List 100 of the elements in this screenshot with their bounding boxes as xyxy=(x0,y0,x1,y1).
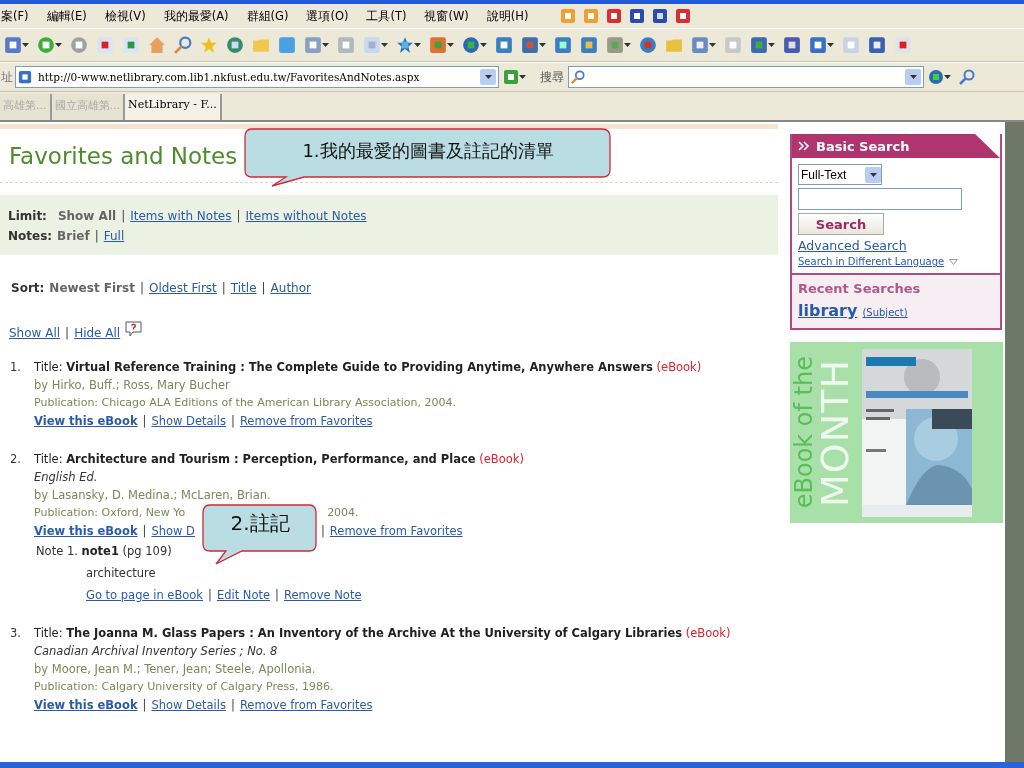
caret-icon[interactable] xyxy=(869,172,877,177)
separator: | xyxy=(231,697,235,714)
caret-icon[interactable] xyxy=(22,43,29,47)
caret-icon[interactable] xyxy=(539,43,546,47)
option-link[interactable]: Items with Notes xyxy=(130,209,232,223)
search-type-select[interactable]: Full-Text xyxy=(798,164,882,185)
help-icon[interactable] xyxy=(125,321,143,337)
browser-tab[interactable]: NetLibrary - F... xyxy=(125,94,222,120)
url-text: http://0-www.netlibrary.com.lib1.nkfust.edu.tw/FavoritesAndNotes.aspx xyxy=(38,71,420,83)
action-link[interactable]: Show Details xyxy=(151,412,226,430)
caret-icon[interactable] xyxy=(709,43,716,47)
hide-all-link[interactable]: Hide All xyxy=(74,326,121,340)
caret-icon[interactable] xyxy=(55,43,62,47)
option-link[interactable]: Title xyxy=(230,281,257,295)
action-link[interactable]: Go to page in eBook xyxy=(86,586,204,604)
menu-item[interactable]: 說明(H) xyxy=(486,8,529,24)
note-heading: Note 1. note1 (pg 109) xyxy=(36,543,173,560)
scrollbar[interactable] xyxy=(1005,122,1024,762)
menu-item[interactable]: 選項(O) xyxy=(306,8,349,24)
action-link[interactable]: Remove from Favorites xyxy=(329,522,463,540)
separator: | xyxy=(321,523,325,540)
search-type-link[interactable]: (Subject) xyxy=(862,307,908,318)
details-link[interactable]: Show D xyxy=(151,522,195,540)
menu-item[interactable]: 視窗(W) xyxy=(424,8,469,24)
option-link[interactable]: Oldest First xyxy=(148,281,217,295)
caret-icon[interactable] xyxy=(414,43,421,47)
dropdown-button[interactable] xyxy=(865,166,881,183)
item-number: 1. xyxy=(10,359,22,376)
caret-icon[interactable] xyxy=(381,43,388,47)
show-all-link[interactable]: Show All xyxy=(9,326,61,340)
panel-title: Basic Search xyxy=(816,138,910,154)
menu-item[interactable]: 檢視(V) xyxy=(104,8,146,24)
current-option: Newest First xyxy=(49,281,135,295)
option-link[interactable]: Items without Notes xyxy=(245,209,367,223)
search-icon[interactable] xyxy=(571,70,585,84)
menu-item[interactable]: 案(F) xyxy=(1,8,29,24)
advanced-search-link[interactable]: Advanced Search xyxy=(798,238,994,253)
caret-icon[interactable] xyxy=(909,75,917,79)
item-number: 2. xyxy=(10,451,22,468)
view-ebook-link[interactable]: View this eBook xyxy=(34,696,138,714)
search-icon[interactable] xyxy=(959,69,975,85)
callout-text: 2.註記 xyxy=(229,514,291,532)
action-link[interactable]: Remove from Favorites xyxy=(239,696,373,714)
current-option: Show All xyxy=(57,209,117,223)
caret-icon[interactable] xyxy=(768,43,775,47)
book-title: Title: Architecture and Tourism : Perception, Performance, and Place (eBook) xyxy=(34,451,525,468)
star-icon[interactable] xyxy=(200,36,218,54)
limit-label: Limit: xyxy=(8,209,47,223)
author-text: by Lasansky, D. Medina.; McLaren, Brian. xyxy=(34,487,272,504)
separator: | xyxy=(275,587,279,604)
separator: | xyxy=(261,281,266,295)
search-button[interactable]: Search xyxy=(798,213,884,235)
recent-searches-title: Recent Searches xyxy=(798,281,922,296)
banner-text: MONTH xyxy=(816,358,854,507)
dropdown-button[interactable] xyxy=(905,69,921,85)
menu-item[interactable]: 工具(T) xyxy=(366,8,407,24)
book-title: Title: Virtual Reference Training : The Complete Guide to Providing Anytime, Anywhere Answers (eBook) xyxy=(34,359,703,376)
action-link[interactable]: Remove Note xyxy=(283,586,362,604)
book-title: Title: The Joanna M. Glass Papers : An Inventory of the Archive At the University of Calgary Libraries (eBook) xyxy=(34,625,732,642)
caret-icon[interactable] xyxy=(519,75,526,79)
option-link[interactable]: Full xyxy=(103,229,125,243)
page-title: Favorites and Notes xyxy=(9,143,238,171)
caret-icon[interactable] xyxy=(480,43,487,47)
caret-icon[interactable] xyxy=(624,43,631,47)
separator: | xyxy=(65,326,70,340)
publication-text: Publication: Oxford, New Yo xyxy=(34,505,186,521)
view-ebook-link[interactable]: View this eBook xyxy=(34,412,138,430)
view-ebook-link[interactable]: View this eBook xyxy=(34,522,138,540)
search-label: 搜尋 xyxy=(540,68,564,86)
edition-text: Canadian Archival Inventory Series ; No. 8 xyxy=(34,643,279,660)
search-icon[interactable] xyxy=(174,36,192,54)
search-field[interactable] xyxy=(568,66,924,88)
menu-item[interactable]: 我的最愛(A) xyxy=(163,8,229,24)
option-link[interactable]: Author xyxy=(270,281,311,295)
caret-icon[interactable] xyxy=(484,75,492,79)
search-input[interactable] xyxy=(798,188,962,210)
chevron-icon xyxy=(798,141,810,151)
caret-icon[interactable] xyxy=(322,43,329,47)
menu-item[interactable]: 編輯(E) xyxy=(46,8,87,24)
action-link[interactable]: Edit Note xyxy=(216,586,271,604)
author-text: by Moore, Jean M.; Tener, Jean; Steele, Apollonia. xyxy=(34,661,317,678)
action-link[interactable]: Show Details xyxy=(151,696,226,714)
dropdown-button[interactable] xyxy=(480,69,496,85)
edition-text: English Ed. xyxy=(34,469,99,486)
separator: | xyxy=(139,281,144,295)
author-text: by Hirko, Buff.; Ross, Mary Bucher xyxy=(34,377,231,394)
caret-icon[interactable] xyxy=(447,43,454,47)
separator: | xyxy=(221,281,226,295)
caret-icon[interactable] xyxy=(944,75,951,79)
separator: | xyxy=(231,413,235,430)
address-field[interactable]: http://0-www.netlibrary.com.lib1.nkfust.edu.tw/FavoritesAndNotes.aspx xyxy=(15,66,499,88)
publication-text: 2004. xyxy=(327,505,359,521)
language-link[interactable]: Search in Different Language xyxy=(798,256,945,267)
menu-item[interactable]: 群組(G) xyxy=(246,8,289,24)
note-text: architecture xyxy=(86,565,157,582)
separator: | xyxy=(94,229,99,243)
action-link[interactable]: Remove from Favorites xyxy=(239,412,373,430)
recent-search-link[interactable]: library xyxy=(798,301,858,320)
caret-icon[interactable] xyxy=(827,43,834,47)
callout-text: 1.我的最愛的圖書及註記的清單 xyxy=(301,139,555,163)
